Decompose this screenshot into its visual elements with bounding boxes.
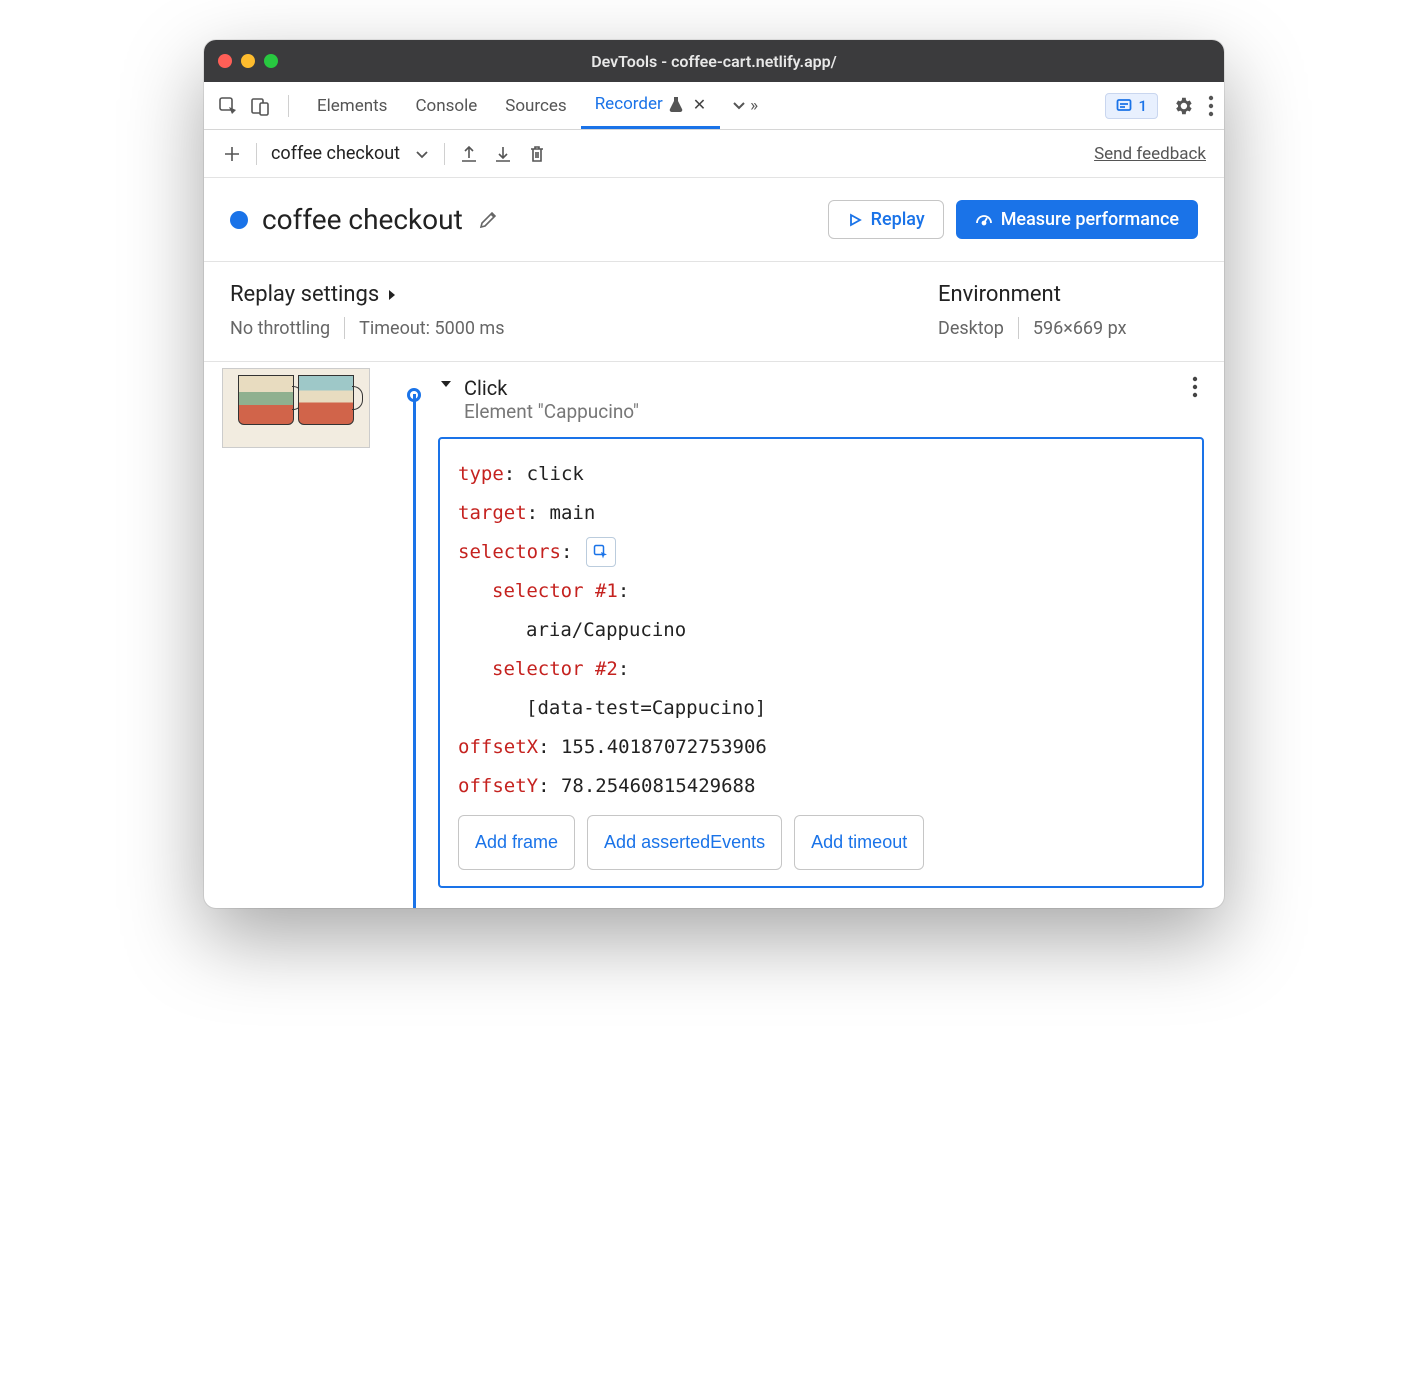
step-subtitle: Element "Cappucino" (464, 400, 639, 423)
field-offsetx-key: offsetX (458, 736, 538, 758)
environment-heading: Environment (938, 282, 1198, 307)
traffic-lights (218, 54, 278, 68)
selector-picker-button[interactable] (586, 537, 616, 567)
close-window-button[interactable] (218, 54, 232, 68)
field-selectors-key: selectors (458, 541, 561, 563)
issues-count: 1 (1138, 97, 1147, 115)
edit-title-icon[interactable] (477, 209, 499, 231)
field-target-val[interactable]: main (550, 502, 596, 524)
field-type-key: type (458, 463, 504, 485)
tab-elements[interactable]: Elements (303, 82, 401, 129)
step-header[interactable]: Click Element "Cappucino" (438, 376, 1204, 423)
settings-row: Replay settings No throttling Timeout: 5… (204, 262, 1224, 362)
chevron-down-icon (414, 146, 430, 162)
field-sel1-val[interactable]: aria/Cappucino (526, 619, 686, 641)
chevron-right-icon (385, 288, 399, 302)
field-target-key: target (458, 502, 527, 524)
timeline (396, 362, 432, 908)
tabbar: Elements Console Sources Recorder ✕ » 1 (204, 82, 1224, 130)
field-offsety-val[interactable]: 78.25460815429688 (561, 775, 755, 797)
recording-header: coffee checkout Replay Measure performan… (204, 178, 1224, 262)
flask-icon (669, 96, 683, 112)
kebab-menu-icon[interactable] (1208, 95, 1214, 117)
new-recording-button[interactable] (222, 144, 242, 164)
recording-select[interactable]: coffee checkout (271, 143, 430, 164)
step-detail-box: type: click target: main selectors: sele… (438, 437, 1204, 888)
add-frame-button[interactable]: Add frame (458, 815, 575, 870)
divider (288, 95, 289, 117)
settings-gear-icon[interactable] (1172, 95, 1194, 117)
send-feedback-link[interactable]: Send feedback (1094, 144, 1206, 164)
field-sel2-val[interactable]: [data-test=Cappucino] (526, 697, 766, 719)
step-screenshot-thumbnail[interactable] (222, 368, 370, 448)
import-icon[interactable] (493, 144, 513, 164)
throttling-value: No throttling (230, 318, 330, 339)
device-toggle-icon[interactable] (250, 96, 270, 116)
recording-title: coffee checkout (262, 203, 463, 236)
tab-recorder[interactable]: Recorder ✕ (581, 82, 720, 129)
export-icon[interactable] (459, 144, 479, 164)
tab-sources[interactable]: Sources (491, 82, 580, 129)
environment-device: Desktop (938, 318, 1004, 339)
close-tab-icon[interactable]: ✕ (693, 95, 706, 114)
recorder-toolbar: coffee checkout Send feedback (204, 130, 1224, 178)
tab-console[interactable]: Console (401, 82, 491, 129)
step-kebab-menu[interactable] (1186, 376, 1204, 398)
measure-performance-button[interactable]: Measure performance (956, 200, 1198, 239)
titlebar: DevTools - coffee-cart.netlify.app/ (204, 40, 1224, 82)
timeout-value: Timeout: 5000 ms (359, 318, 504, 339)
more-tabs-button[interactable]: » (720, 82, 768, 129)
field-sel2-key: selector #2 (492, 658, 618, 680)
steps-body: Click Element "Cappucino" type: click ta… (204, 362, 1224, 908)
devtools-window: DevTools - coffee-cart.netlify.app/ Elem… (204, 40, 1224, 908)
field-type-val[interactable]: click (527, 463, 584, 485)
field-offsety-key: offsetY (458, 775, 538, 797)
collapse-icon (438, 376, 454, 392)
inspect-icon[interactable] (218, 96, 238, 116)
window-title: DevTools - coffee-cart.netlify.app/ (204, 52, 1224, 71)
recording-status-dot (230, 211, 248, 229)
add-timeout-button[interactable]: Add timeout (794, 815, 924, 870)
replay-settings-toggle[interactable]: Replay settings (230, 282, 938, 307)
maximize-window-button[interactable] (264, 54, 278, 68)
step-title: Click (464, 376, 639, 400)
issues-badge[interactable]: 1 (1105, 93, 1158, 119)
field-offsetx-val[interactable]: 155.40187072753906 (561, 736, 767, 758)
minimize-window-button[interactable] (241, 54, 255, 68)
delete-icon[interactable] (527, 144, 547, 164)
replay-button[interactable]: Replay (828, 200, 944, 239)
field-sel1-key: selector #1 (492, 580, 618, 602)
add-asserted-events-button[interactable]: Add assertedEvents (587, 815, 782, 870)
environment-viewport: 596×669 px (1033, 318, 1127, 339)
